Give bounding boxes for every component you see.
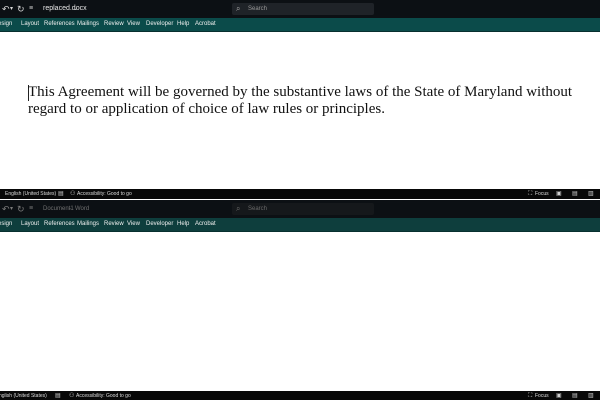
tab-help[interactable]: Help [177, 18, 189, 31]
document-canvas[interactable]: This Agreement will be governed by the s… [0, 32, 600, 188]
search-box[interactable]: ⌕ Search [232, 3, 374, 15]
tab-design[interactable]: esign [0, 18, 12, 31]
tab-references[interactable]: References [44, 18, 75, 31]
redo-icon[interactable]: ↻ [17, 2, 25, 16]
tab-review[interactable]: Review [104, 18, 124, 31]
tab-layout[interactable]: Layout [21, 218, 39, 231]
tab-view[interactable]: View [127, 218, 140, 231]
search-placeholder: Search [248, 206, 268, 212]
search-box[interactable]: ⌕ Search [232, 203, 374, 215]
tab-references[interactable]: References [44, 218, 75, 231]
document-filename[interactable]: replaced.docx [43, 3, 87, 15]
tab-design[interactable]: esign [0, 218, 12, 231]
print-layout-icon[interactable]: ▤ [572, 189, 578, 199]
language-indicator[interactable]: English (United States) [5, 189, 56, 199]
tab-acrobat[interactable]: Acrobat [195, 218, 216, 231]
tab-layout[interactable]: Layout [21, 18, 39, 31]
focus-button[interactable]: Focus [535, 189, 549, 199]
tab-help[interactable]: Help [177, 218, 189, 231]
tab-developer[interactable]: Developer [146, 18, 173, 31]
title-bar: ↶ ▾ ↻ ≡ replaced.docx ⌄ ⌕ Search [0, 0, 600, 18]
tab-mailings[interactable]: Mailings [77, 18, 99, 31]
undo-icon[interactable]: ↶ [2, 202, 10, 216]
read-mode-icon[interactable]: ▣ [556, 189, 562, 199]
undo-dropdown-icon[interactable]: ▾ [10, 202, 13, 216]
document-paragraph[interactable]: This Agreement will be governed by the s… [28, 84, 576, 118]
customize-toolbar-icon[interactable]: ≡ [29, 2, 33, 16]
web-layout-icon[interactable]: ▥ [588, 189, 594, 199]
status-bar: nglish (United States) ▤ ⚇ Accessibility… [0, 391, 600, 400]
status-bar: English (United States) ▤ ⚇ Accessibilit… [0, 189, 600, 199]
undo-dropdown-icon[interactable]: ▾ [10, 2, 13, 16]
tab-review[interactable]: Review [104, 218, 124, 231]
app-name: Word [75, 206, 90, 212]
ribbon-tabs: esign Layout References Mailings Review … [0, 18, 600, 32]
tab-mailings[interactable]: Mailings [77, 218, 99, 231]
document-canvas[interactable] [0, 232, 600, 391]
tab-developer[interactable]: Developer [146, 218, 173, 231]
accessibility-icon[interactable]: ⚇ [70, 189, 75, 199]
customize-toolbar-icon[interactable]: ≡ [29, 202, 33, 216]
title-bar: ↶ ▾ ↻ ≡ Document1 - Word ⌕ Search [0, 200, 600, 218]
ribbon-tabs: esign Layout References Mailings Review … [0, 218, 600, 232]
word-window-top: ↶ ▾ ↻ ≡ replaced.docx ⌄ ⌕ Search esign L… [0, 0, 600, 200]
tab-acrobat[interactable]: Acrobat [195, 18, 216, 31]
word-window-bottom: ↶ ▾ ↻ ≡ Document1 - Word ⌕ Search esign … [0, 200, 600, 400]
redo-icon[interactable]: ↻ [17, 202, 25, 216]
search-placeholder: Search [248, 6, 268, 12]
title-separator: - [69, 206, 71, 212]
text-predictions-icon[interactable]: ▤ [58, 189, 64, 199]
undo-icon[interactable]: ↶ [2, 2, 10, 16]
tab-view[interactable]: View [127, 18, 140, 31]
search-icon: ⌕ [236, 204, 241, 213]
accessibility-status[interactable]: Accessibility: Good to go [77, 189, 132, 199]
focus-icon[interactable]: ⛶ [528, 189, 532, 199]
filename-dropdown-icon[interactable]: ⌄ [73, 2, 78, 16]
search-icon: ⌕ [236, 4, 241, 13]
